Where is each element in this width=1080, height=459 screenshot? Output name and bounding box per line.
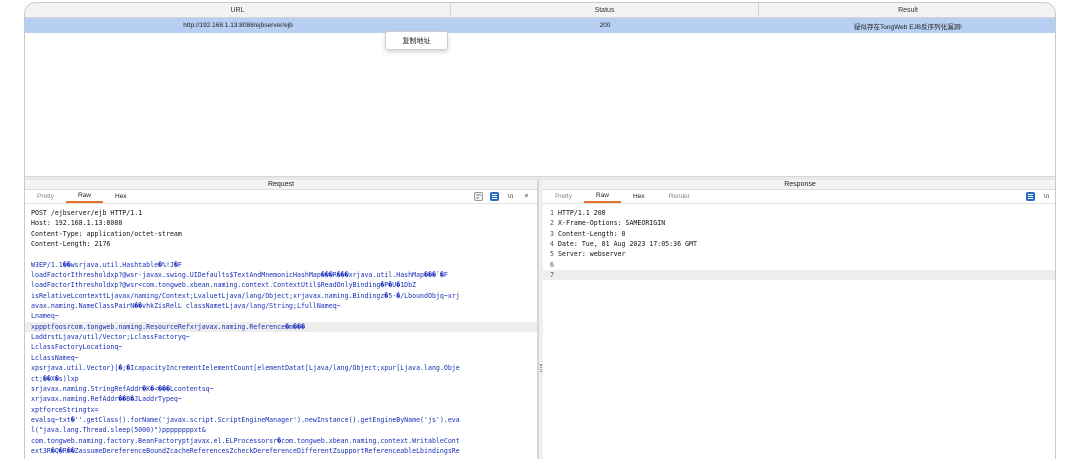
request-line: loadFactorIthresholdxp?@wsr<com.tongweb.…: [31, 281, 417, 290]
table-row[interactable]: http://192.168.1.13:8088/ejbserver/ejb 2…: [25, 18, 1055, 33]
request-editor[interactable]: POST /ejbserver/ejb HTTP/1.1 Host: 192.16…: [25, 204, 537, 459]
column-header-status[interactable]: Status: [451, 3, 759, 17]
request-line: xppptfoosrcom.tongweb.naming.ResourceRef…: [25, 321, 537, 333]
line-text: [558, 260, 1055, 270]
line-number: 3: [550, 229, 554, 238]
response-line: 1 HTTP/1.1 200: [543, 208, 1055, 218]
line-text: Content-Length: 0: [558, 229, 626, 238]
line-text: X-Frame-Options: SAMEORIGIN: [558, 219, 666, 228]
response-tab-render[interactable]: Render: [657, 191, 702, 203]
column-header-result[interactable]: Result: [759, 3, 1055, 17]
request-line: POST /ejbserver/ejb HTTP/1.1: [31, 209, 143, 217]
request-line: srjavax.naming.StringRefAddr�K�<���Lcont…: [31, 384, 214, 393]
request-tab-raw[interactable]: Raw: [65, 191, 103, 203]
request-tab-pretty[interactable]: Pretty: [25, 191, 66, 203]
request-line: xptforceStringtx=: [31, 405, 99, 414]
request-line: LaddrstLjava/util/Vector;LclassFactoryq~: [31, 333, 190, 342]
line-text: [558, 270, 1055, 280]
request-line: Host: 192.168.1.13:8088: [31, 219, 123, 228]
request-line: ct;��X�s)lxp: [31, 374, 79, 383]
line-text: Server: webserver: [558, 250, 626, 259]
request-line: LclassFactoryLocationq~: [31, 343, 123, 352]
request-line: LclassNameq~: [31, 353, 79, 362]
request-line: W3EP/1.1��wsrjava.util.Hashtable�%!J�F: [31, 260, 182, 269]
response-tab-pretty[interactable]: Pretty: [543, 191, 584, 203]
splitter-grip-icon[interactable]: [540, 364, 542, 372]
newline-toggle[interactable]: \n: [1042, 192, 1051, 201]
request-line: avax.naming.NameClassPairN��vhkZisRelL c…: [31, 302, 341, 311]
request-line: com.tongweb.naming.factory.BeanFactorypt…: [31, 436, 460, 445]
response-line: 5 Server: webserver: [543, 249, 1055, 259]
response-toolbar: \n: [1026, 192, 1051, 201]
request-line: l("java.lang.Thread.sleep(5000)")ppppppp…: [31, 426, 206, 435]
request-line: evalsq~txt�''.getClass().forName('javax.…: [31, 415, 460, 424]
request-line: isRelativeLcontexttLjavax/naming/Context…: [31, 291, 460, 300]
response-line: 4 Date: Tue, 01 Aug 2023 17:05:36 GMT: [543, 239, 1055, 249]
response-tab-hex[interactable]: Hex: [621, 191, 657, 203]
menu-icon[interactable]: ≡: [522, 192, 531, 201]
request-line: ext3R�Q�R��ZassumeDereferenceBoundZcache…: [31, 446, 460, 455]
line-number: 7: [550, 271, 554, 280]
context-menu-copy-address[interactable]: 复制地址: [385, 31, 448, 50]
row-status-cell[interactable]: 200: [451, 18, 759, 33]
request-pane-title: Request: [25, 180, 537, 190]
response-tabs: Pretty Raw Hex Render \n: [543, 190, 1055, 204]
request-toolbar: \n ≡: [474, 192, 531, 201]
request-pane: Request Pretty Raw Hex \n ≡ POST /ejbser…: [25, 180, 538, 459]
line-number: 1: [550, 209, 554, 217]
response-line: 3 Content-Length: 0: [543, 229, 1055, 239]
request-line: [31, 249, 531, 259]
column-header-url[interactable]: URL: [25, 3, 451, 17]
response-pane: Response Pretty Raw Hex Render \n 1 HTTP/…: [543, 180, 1055, 459]
line-number: 5: [550, 250, 554, 259]
request-line: Content-Type: application/octet-stream: [31, 229, 182, 238]
response-pane-title: Response: [543, 180, 1055, 190]
line-text: HTTP/1.1 200: [558, 209, 606, 217]
list-icon[interactable]: [490, 192, 499, 201]
request-line: Lnameq~: [31, 312, 59, 321]
request-line: xpsrjava.util.Vector}[�;�IcapacityIncrem…: [31, 364, 460, 373]
request-line: Content-Length: 2176: [31, 240, 111, 249]
response-editor[interactable]: 1 HTTP/1.1 200 2 X-Frame-Options: SAMEORIGI…: [543, 204, 1055, 281]
results-table-header: URL Status Result: [25, 3, 1055, 18]
request-line: xrjavax.naming.RefAddr��B�JLaddrTypeq~: [31, 395, 182, 404]
response-line: 7: [543, 270, 1055, 281]
line-text: Date: Tue, 01 Aug 2023 17:05:36 GMT: [558, 240, 697, 249]
line-number: 4: [550, 240, 554, 249]
list-icon[interactable]: [1026, 192, 1035, 201]
response-tab-raw[interactable]: Raw: [583, 191, 621, 203]
response-line: 2 X-Frame-Options: SAMEORIGIN: [543, 218, 1055, 228]
row-result-cell[interactable]: 疑似存在TongWeb EJB反序列化漏洞!: [759, 18, 1055, 33]
request-line: loadFactorIthresholdxp?@wsr-javax.swing.…: [31, 271, 448, 280]
request-tabs: Pretty Raw Hex \n ≡: [25, 190, 537, 204]
app-window: URL Status Result http://192.168.1.13:80…: [24, 2, 1056, 459]
line-number: 6: [550, 260, 554, 269]
request-tab-hex[interactable]: Hex: [103, 191, 139, 203]
wrap-icon[interactable]: [474, 192, 483, 201]
newline-toggle[interactable]: \n: [506, 192, 515, 201]
response-line: 6: [543, 260, 1055, 270]
line-number: 2: [550, 219, 554, 228]
